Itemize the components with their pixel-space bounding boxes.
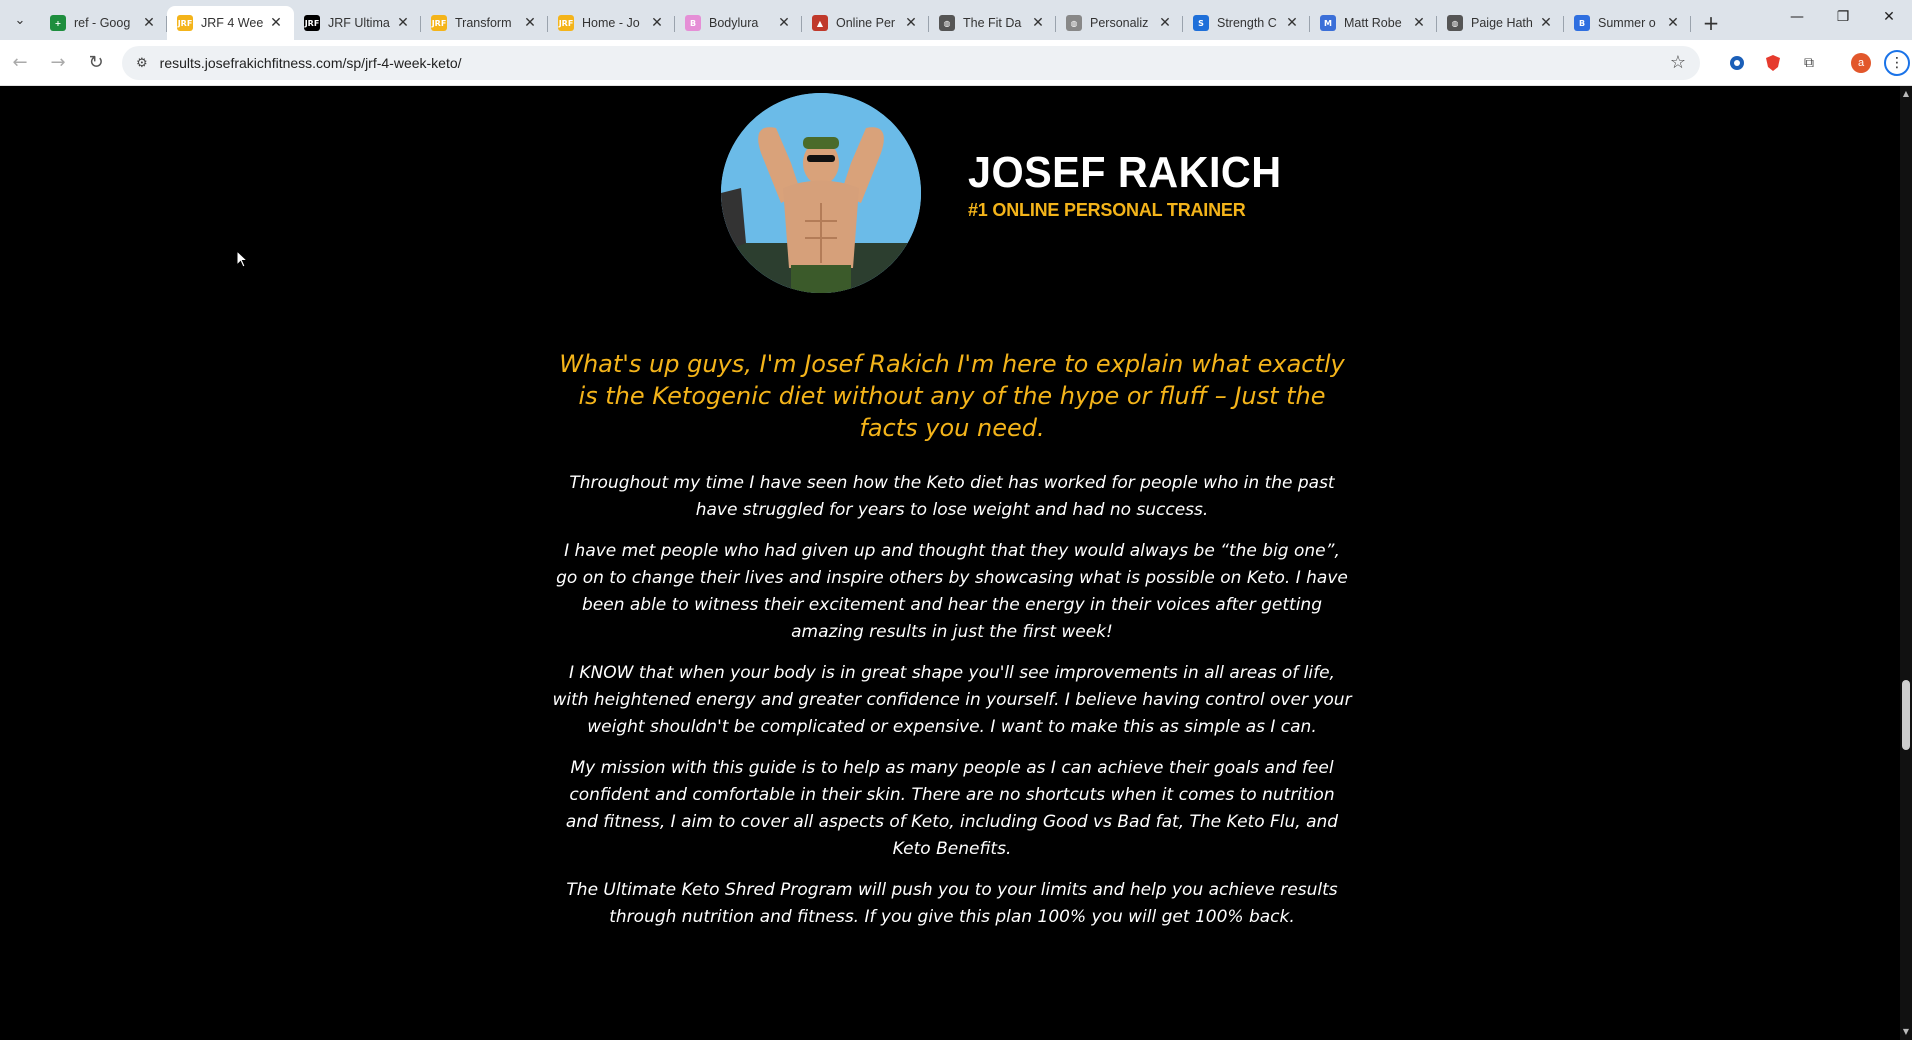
browser-tab[interactable]: ◍ The Fit Da ✕ xyxy=(929,6,1056,40)
address-bar[interactable]: ⚙ results.josefrakichfitness.com/sp/jrf-… xyxy=(122,46,1700,80)
trainer-subtitle: #1 ONLINE PERSONAL TRAINER xyxy=(968,200,1246,220)
globe-icon: ◍ xyxy=(1066,15,1082,31)
jrf-icon: JRF xyxy=(558,15,574,31)
profile-avatar[interactable]: a xyxy=(1848,50,1874,76)
tab-close-icon[interactable]: ✕ xyxy=(1284,15,1300,31)
trainer-photo xyxy=(721,93,921,293)
sheets-icon: + xyxy=(50,15,66,31)
reload-icon[interactable]: ↻ xyxy=(78,45,114,81)
browser-tab[interactable]: JRF JRF 4 Wee ✕ xyxy=(167,6,294,40)
tab-title: Online Per xyxy=(836,16,896,30)
browser-tab[interactable]: B Bodylura ✕ xyxy=(675,6,802,40)
jrf-icon: JRF xyxy=(177,15,193,31)
tab-title: Summer o xyxy=(1598,16,1656,30)
browser-toolbar: ← → ↻ ⚙ results.josefrakichfitness.com/s… xyxy=(0,40,1912,86)
tab-close-icon[interactable]: ✕ xyxy=(1538,15,1554,31)
tab-title: Strength C xyxy=(1217,16,1277,30)
tab-title: Paige Hath xyxy=(1471,16,1533,30)
restore-icon[interactable]: ❐ xyxy=(1820,0,1866,34)
mouse-cursor-icon xyxy=(236,250,248,268)
tab-close-icon[interactable]: ✕ xyxy=(1665,15,1681,31)
extensions-puzzle-icon[interactable]: ⧉ xyxy=(1796,50,1822,76)
tab-close-icon[interactable]: ✕ xyxy=(268,15,284,31)
bookmark-star-icon[interactable]: ☆ xyxy=(1670,52,1686,73)
tab-title: Home - Jo xyxy=(582,16,640,30)
scroll-up-icon[interactable]: ▲ xyxy=(1902,90,1910,98)
url-text[interactable]: results.josefrakichfitness.com/sp/jrf-4-… xyxy=(160,55,462,71)
browser-tab[interactable]: JRF Transform ✕ xyxy=(421,6,548,40)
browser-tab[interactable]: + ref - Goog ✕ xyxy=(40,6,167,40)
intro-heading: What's up guys, I'm Josef Rakich I'm her… xyxy=(559,350,1345,442)
tab-close-icon[interactable]: ✕ xyxy=(649,15,665,31)
tab-close-icon[interactable]: ✕ xyxy=(1030,15,1046,31)
profile-initial: a xyxy=(1857,57,1865,69)
browser-tab[interactable]: ◍ Paige Hath ✕ xyxy=(1437,6,1564,40)
tab-close-icon[interactable]: ✕ xyxy=(522,15,538,31)
browser-tab[interactable]: JRF Home - Jo ✕ xyxy=(548,6,675,40)
tab-title: Matt Robe xyxy=(1344,16,1402,30)
globe-icon: ◍ xyxy=(939,15,955,31)
forward-icon[interactable]: → xyxy=(40,45,76,81)
tab-close-icon[interactable]: ✕ xyxy=(776,15,792,31)
tab-title: JRF Ultima xyxy=(328,16,390,30)
scrollbar-thumb[interactable] xyxy=(1902,680,1910,750)
tab-close-icon[interactable]: ✕ xyxy=(1157,15,1173,31)
page-scrollbar[interactable]: ▲ ▼ xyxy=(1900,86,1912,1040)
tab-separator xyxy=(1690,16,1691,32)
browser-tab[interactable]: ◍ Personaliz ✕ xyxy=(1056,6,1183,40)
window-controls: — ❐ ✕ xyxy=(1774,0,1912,34)
tab-title: The Fit Da xyxy=(963,16,1022,30)
browser-tab[interactable]: B Summer o ✕ xyxy=(1564,6,1691,40)
body-paragraph: My mission with this guide is to help as… xyxy=(565,758,1339,859)
bodylura-icon: B xyxy=(685,15,701,31)
jrf-icon: JRF xyxy=(304,15,320,31)
tab-close-icon[interactable]: ✕ xyxy=(903,15,919,31)
tab-list: + ref - Goog ✕ JRF JRF 4 Wee ✕ JRF JRF Ultima ✕ J… xyxy=(40,0,1691,40)
mr-icon: M xyxy=(1320,15,1336,31)
tab-title: Bodylura xyxy=(709,16,759,30)
summer-icon: B xyxy=(1574,15,1590,31)
body-paragraph: Throughout my time I have seen how the K… xyxy=(569,473,1335,520)
close-window-icon[interactable]: ✕ xyxy=(1866,0,1912,34)
hat-icon: ▲ xyxy=(812,15,828,31)
browser-tab[interactable]: JRF JRF Ultima ✕ xyxy=(294,6,421,40)
minimize-icon[interactable]: — xyxy=(1774,0,1820,34)
extension-icon[interactable] xyxy=(1724,50,1750,76)
browser-tab[interactable]: M Matt Robe ✕ xyxy=(1310,6,1437,40)
shield-extension-icon[interactable] xyxy=(1760,50,1786,76)
strength-icon: S xyxy=(1193,15,1209,31)
body-paragraph: The Ultimate Keto Shred Program will pus… xyxy=(566,880,1338,927)
tab-title: ref - Goog xyxy=(74,16,131,30)
tab-strip: ⌄ + ref - Goog ✕ JRF JRF 4 Wee ✕ JRF JRF Ultima… xyxy=(0,0,1912,40)
globe-icon: ◍ xyxy=(1447,15,1463,31)
tab-title: Transform xyxy=(455,16,512,30)
body-paragraph: I have met people who had given up and t… xyxy=(556,541,1348,642)
tab-close-icon[interactable]: ✕ xyxy=(1411,15,1427,31)
back-icon[interactable]: ← xyxy=(2,45,38,81)
body-copy: Throughout my time I have seen how the K… xyxy=(552,470,1352,945)
tab-close-icon[interactable]: ✕ xyxy=(395,15,411,31)
trainer-name: JOSEF RAKICH xyxy=(968,148,1282,197)
menu-kebab-icon[interactable]: ⋮ xyxy=(1884,50,1910,76)
browser-tab[interactable]: ▲ Online Per ✕ xyxy=(802,6,929,40)
jrf-icon: JRF xyxy=(431,15,447,31)
tab-title: Personaliz xyxy=(1090,16,1149,30)
body-paragraph: I KNOW that when your body is in great s… xyxy=(552,663,1352,737)
trainer-photo-illustration xyxy=(721,93,921,293)
scroll-down-icon[interactable]: ▼ xyxy=(1902,1028,1910,1036)
page-content: JOSEF RAKICH #1 ONLINE PERSONAL TRAINER … xyxy=(0,86,1900,1040)
site-info-icon[interactable]: ⚙ xyxy=(136,56,148,71)
new-tab-button[interactable]: + xyxy=(1695,6,1727,40)
tab-search-chevron-icon[interactable]: ⌄ xyxy=(0,0,40,40)
browser-tab[interactable]: S Strength C ✕ xyxy=(1183,6,1310,40)
tab-title: JRF 4 Wee xyxy=(201,16,264,30)
tab-close-icon[interactable]: ✕ xyxy=(141,15,157,31)
